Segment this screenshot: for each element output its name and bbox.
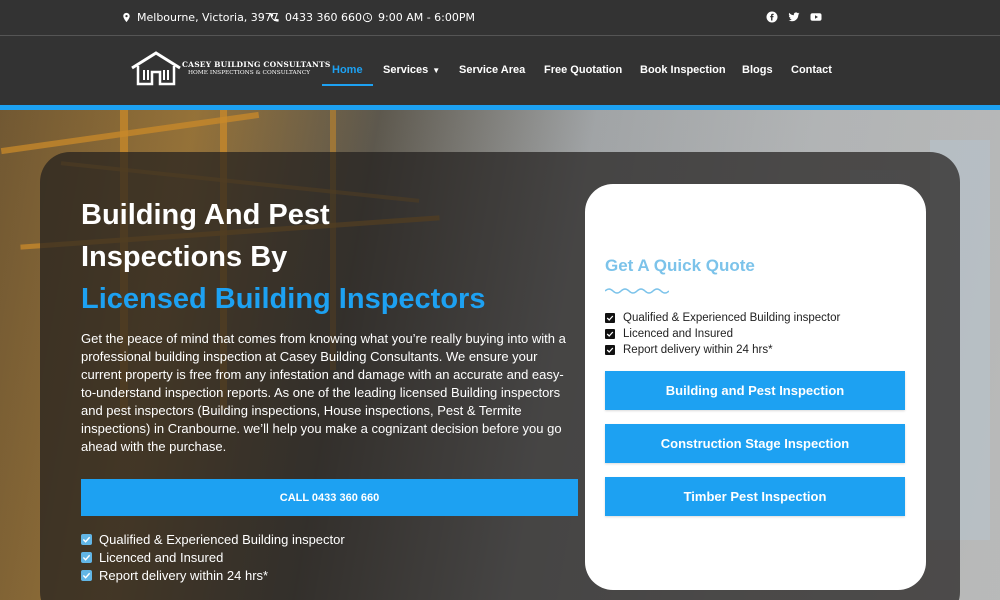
nav-item-home[interactable]: Home <box>332 64 363 76</box>
hero-feature-list: Qualified & Experienced Building inspect… <box>81 530 345 584</box>
house-logo-icon <box>131 51 181 86</box>
youtube-icon[interactable] <box>809 10 823 24</box>
feature-text: Licenced and Insured <box>99 549 224 565</box>
nav-item-services[interactable]: Services ▼ <box>383 64 440 76</box>
top-bar: Melbourne, Victoria, 3977 0433 360 660 9… <box>0 0 1000 35</box>
phone-icon <box>270 13 279 22</box>
feature-text: Report delivery within 24 hrs* <box>99 567 269 583</box>
building-pest-inspection-button[interactable]: Building and Pest Inspection <box>605 371 905 410</box>
twitter-icon[interactable] <box>787 10 801 24</box>
phone-text[interactable]: 0433 360 660 <box>285 11 362 24</box>
clock-icon <box>362 12 373 23</box>
wave-divider-icon <box>605 288 669 294</box>
feature-text: Qualified & Experienced Building inspect… <box>623 312 841 324</box>
quote-card-title: Get A Quick Quote <box>605 256 755 275</box>
main-header: CASEY BUILDING CONSULTANTS HOME INSPECTI… <box>0 35 1000 105</box>
list-item: Qualified & Experienced Building inspect… <box>81 530 345 548</box>
quick-quote-card: Get A Quick Quote Qualified & Experience… <box>585 184 926 590</box>
checkbox-icon <box>605 345 615 355</box>
hours-info: 9:00 AM - 6:00PM <box>362 0 475 35</box>
facebook-icon[interactable] <box>765 10 779 24</box>
feature-text: Report delivery within 24 hrs* <box>623 344 773 356</box>
checkbox-icon <box>605 313 615 323</box>
location-text: Melbourne, Victoria, 3977 <box>137 11 279 24</box>
nav-services-label: Services <box>383 64 429 76</box>
hero-title-highlight: Licensed Building Inspectors <box>81 283 486 315</box>
logo-brand-name: CASEY BUILDING CONSULTANTS <box>182 60 331 69</box>
checkbox-icon <box>81 551 92 563</box>
list-item: Report delivery within 24 hrs* <box>81 566 345 584</box>
nav-item-contact[interactable]: Contact <box>791 64 832 76</box>
nav-item-free-quotation[interactable]: Free Quotation <box>544 64 622 76</box>
quote-feature-list: Qualified & Experienced Building inspect… <box>605 310 840 358</box>
list-item: Qualified & Experienced Building inspect… <box>605 310 840 326</box>
nav-active-indicator <box>322 84 373 86</box>
location-info: Melbourne, Victoria, 3977 <box>121 0 279 35</box>
chevron-down-icon: ▼ <box>432 66 441 75</box>
hero-title: Building And Pest Inspections By License… <box>81 194 581 320</box>
construction-stage-inspection-button[interactable]: Construction Stage Inspection <box>605 424 905 463</box>
timber-pest-inspection-button[interactable]: Timber Pest Inspection <box>605 477 905 516</box>
list-item: Licenced and Insured <box>81 548 345 566</box>
checkbox-icon <box>605 329 615 339</box>
site-logo[interactable]: CASEY BUILDING CONSULTANTS HOME INSPECTI… <box>130 50 330 90</box>
location-pin-icon <box>123 12 130 23</box>
hero-title-line-2: Inspections By <box>81 241 288 273</box>
hero-title-line-1: Building And Pest <box>81 199 330 231</box>
nav-item-book-inspection[interactable]: Book Inspection <box>640 64 726 76</box>
list-item: Licenced and Insured <box>605 326 840 342</box>
list-item: Report delivery within 24 hrs* <box>605 342 840 358</box>
nav-item-service-area[interactable]: Service Area <box>459 64 525 76</box>
checkbox-icon <box>81 569 92 581</box>
hours-text: 9:00 AM - 6:00PM <box>378 11 476 24</box>
logo-tagline: HOME INSPECTIONS & CONSULTANCY <box>188 70 311 76</box>
nav-item-blogs[interactable]: Blogs <box>742 64 773 76</box>
phone-info[interactable]: 0433 360 660 <box>269 0 362 35</box>
feature-text: Qualified & Experienced Building inspect… <box>99 531 345 547</box>
hero-description: Get the peace of mind that comes from kn… <box>81 331 566 454</box>
call-button[interactable]: CALL 0433 360 660 <box>81 479 578 516</box>
feature-text: Licenced and Insured <box>623 328 733 340</box>
checkbox-icon <box>81 533 92 545</box>
